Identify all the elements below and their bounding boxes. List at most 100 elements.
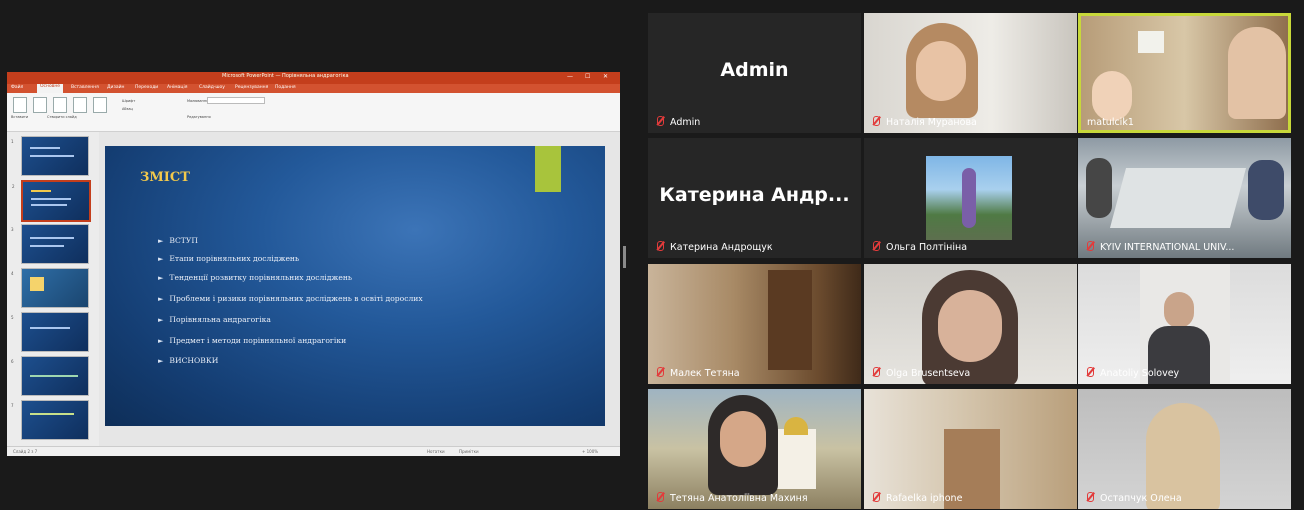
participant-name-label: Ольга Полтініна: [873, 241, 967, 253]
mic-muted-icon: [1087, 241, 1094, 251]
video-person: [1248, 160, 1284, 220]
mic-muted-icon: [873, 492, 880, 502]
notes-button[interactable]: Нотатки: [427, 449, 445, 454]
comments-button[interactable]: Примітки: [459, 449, 479, 454]
participant-tile[interactable]: Малек Тетяна: [648, 264, 861, 384]
participant-tile[interactable]: Admin Admin: [648, 13, 861, 133]
tab-animations[interactable]: Анімація: [167, 85, 187, 90]
slide-bullet: ► Порівняльна андрагогіка: [158, 315, 271, 324]
split-view-divider[interactable]: [623, 246, 626, 268]
participant-name-label: Остапчук Олена: [1087, 492, 1182, 504]
video-person: [1092, 71, 1132, 121]
minimize-button[interactable]: —: [567, 73, 573, 80]
ribbon-group-paragraph: Абзац: [122, 107, 133, 111]
slide-title: ЗМІСТ: [140, 170, 190, 185]
participant-tile-active-speaker[interactable]: matulcik1: [1078, 13, 1291, 133]
slide-accent-bar: [535, 146, 561, 192]
reset-icon[interactable]: [93, 97, 107, 113]
participant-name-label: Admin: [657, 116, 700, 128]
video-conference-table: [1109, 168, 1247, 228]
close-button[interactable]: ✕: [603, 73, 608, 80]
participant-name-label: Наталія Муранова: [873, 116, 977, 128]
slide-thumbnail-selected[interactable]: 2: [12, 180, 91, 222]
participant-tile[interactable]: Тетяна Анатоліївна Махиня: [648, 389, 861, 509]
mic-muted-icon: [873, 116, 880, 126]
participant-tile[interactable]: Ольга Полтініна: [864, 138, 1077, 258]
mic-muted-icon: [657, 492, 664, 502]
slide-thumbnail[interactable]: 4: [11, 268, 89, 308]
participant-tile[interactable]: Rafaelka iphone: [864, 389, 1077, 509]
slide-bullet: ► ВСТУП: [158, 236, 198, 245]
participant-name-label: Olga Brusentseva: [873, 367, 970, 379]
ribbon-group-editing: Редагування: [187, 115, 211, 119]
ppt-title-bar: Microsoft PowerPoint — Порівняльна андра…: [7, 72, 620, 84]
tab-insert[interactable]: Вставлення: [71, 85, 99, 90]
participant-name-label: Тетяна Анатоліївна Махиня: [657, 492, 808, 504]
participant-tile[interactable]: Olga Brusentseva: [864, 264, 1077, 384]
participant-name-label: Anatoliy Solovey: [1087, 367, 1179, 379]
video-person: [1228, 27, 1286, 119]
ribbon-group-font: Шрифт: [122, 99, 136, 103]
mic-muted-icon: [657, 367, 664, 377]
participant-name-label: Малек Тетяна: [657, 367, 740, 379]
slide-counter: Слайд 2 з 7: [13, 449, 38, 454]
video-dome: [784, 417, 808, 435]
participant-tile[interactable]: Наталія Муранова: [864, 13, 1077, 133]
tab-view[interactable]: Подання: [275, 85, 296, 90]
video-face: [1164, 292, 1194, 328]
tab-transitions[interactable]: Переходи: [135, 85, 158, 90]
paste-icon[interactable]: [13, 97, 27, 113]
video-face: [938, 290, 1002, 362]
participant-name-label: matulcik1: [1087, 117, 1134, 128]
mic-muted-icon: [1087, 367, 1094, 377]
ppt-window-title: Microsoft PowerPoint — Порівняльна андра…: [222, 73, 349, 79]
video-building: [776, 429, 816, 489]
maximize-button[interactable]: ☐: [585, 73, 590, 80]
participant-tile[interactable]: Катерина Андр... Катерина Андрощук: [648, 138, 861, 258]
slide-bullet: ► ВИСНОВКИ: [158, 356, 219, 365]
video-face: [916, 41, 966, 101]
current-slide: [105, 146, 605, 426]
slide-thumbnail[interactable]: 3: [11, 224, 89, 264]
tab-design[interactable]: Дизайн: [107, 85, 124, 90]
participant-tile[interactable]: Anatoliy Solovey: [1078, 264, 1291, 384]
participant-name-label: Катерина Андрощук: [657, 241, 773, 253]
mic-muted-icon: [873, 367, 880, 377]
participant-display-name: Admin: [720, 59, 789, 81]
font-select[interactable]: [207, 97, 265, 104]
slide-thumbnail[interactable]: 5: [11, 312, 89, 352]
mic-muted-icon: [873, 241, 880, 251]
ppt-ribbon-tabs: Файл Основне Вставлення Дизайн Переходи …: [7, 84, 620, 93]
participant-tile[interactable]: Остапчук Олена: [1078, 389, 1291, 509]
slide-bullet: ► Етапи порівняльних досліджень: [158, 254, 300, 263]
tab-slideshow[interactable]: Слайд-шоу: [199, 85, 225, 90]
ribbon-group-paste: Вставити: [11, 115, 29, 119]
slide-thumbnail[interactable]: 6: [11, 356, 89, 396]
section-icon[interactable]: [73, 97, 87, 113]
participant-name-label: KYIV INTERNATIONAL UNIV...: [1087, 241, 1234, 253]
slide-thumbnail-pane: 1 2 3 4 5 6 7: [7, 132, 100, 446]
ribbon-group-slides: Створити слайд: [47, 115, 77, 119]
mic-muted-icon: [657, 116, 664, 126]
slide-thumbnail[interactable]: 7: [11, 400, 89, 440]
video-face: [720, 411, 766, 467]
video-person: [1086, 158, 1112, 218]
participant-tile[interactable]: KYIV INTERNATIONAL UNIV...: [1078, 138, 1291, 258]
tab-home[interactable]: Основне: [37, 84, 64, 93]
mic-muted-icon: [657, 241, 664, 251]
layout-icon[interactable]: [53, 97, 67, 113]
participant-name-label: Rafaelka iphone: [873, 492, 962, 504]
slide-thumbnail[interactable]: 1: [11, 136, 89, 176]
ribbon-group-drawing: Малювання: [187, 99, 209, 103]
video-wall-picture: [1138, 31, 1164, 53]
tab-review[interactable]: Рецензування: [235, 85, 268, 90]
tab-file[interactable]: Файл: [11, 85, 23, 90]
new-slide-icon[interactable]: [33, 97, 47, 113]
zoom-level[interactable]: + 100%: [582, 449, 598, 454]
slide-bullet: ► Проблеми і ризики порівняльних дослідже…: [158, 294, 423, 303]
video-bookshelf: [768, 270, 812, 370]
video-person: [962, 168, 976, 228]
ppt-ribbon: Вставити Створити слайд Шрифт Абзац Малю…: [7, 93, 620, 132]
slide-bullet: ► Тенденції розвитку порівняльних дослідж…: [158, 273, 353, 282]
mic-muted-icon: [1087, 492, 1094, 502]
